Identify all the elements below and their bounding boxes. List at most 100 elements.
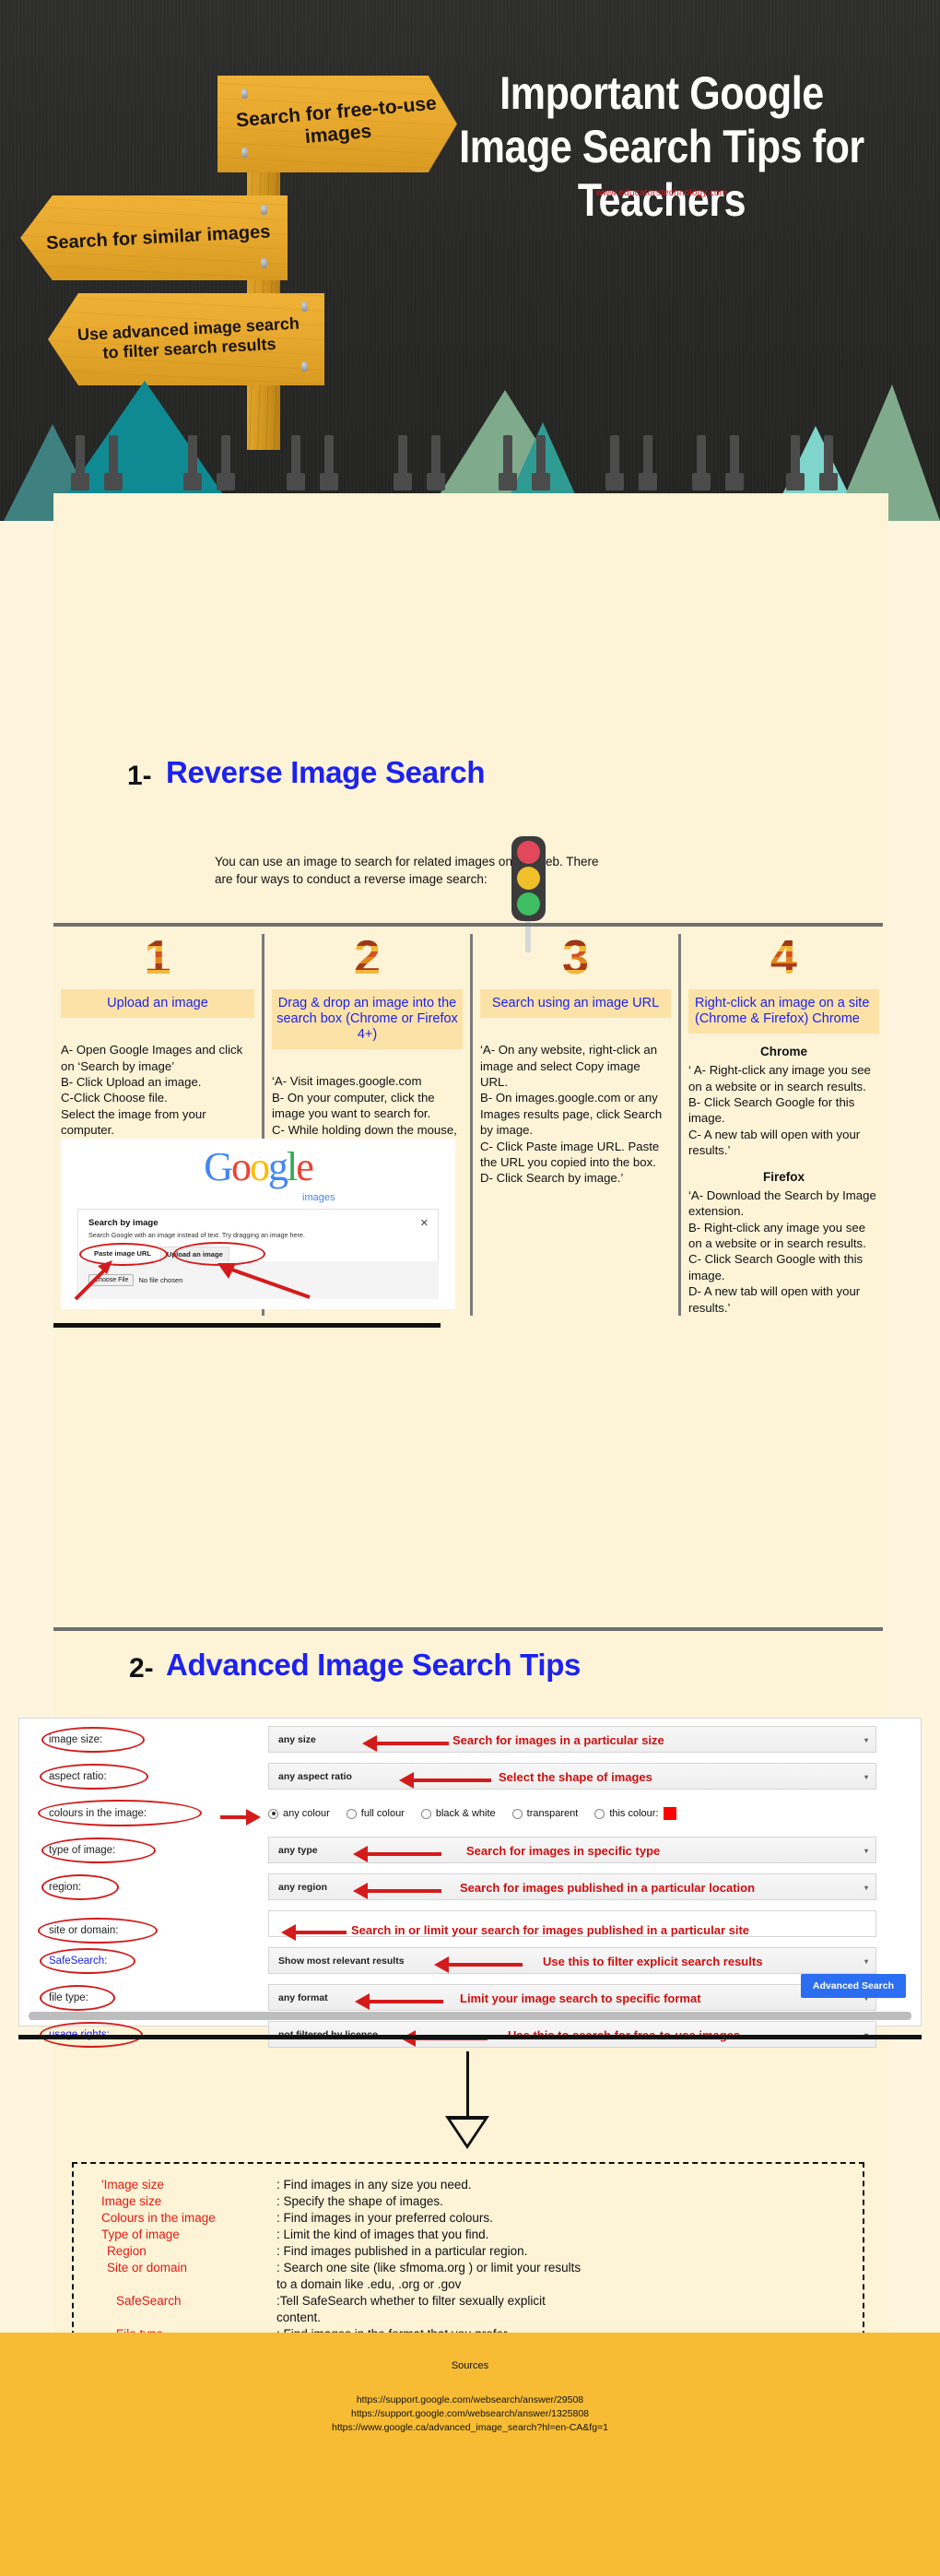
- radio-black-and-white[interactable]: black & white: [420, 1808, 496, 1819]
- radio-dot: [594, 1808, 605, 1819]
- advanced-search-button[interactable]: Advanced Search: [800, 1974, 906, 1998]
- google-images-label: images: [302, 1192, 335, 1203]
- definition-desc: : Find images in any size you need.: [276, 2178, 472, 2192]
- step-body: ‘A- On any website, right-click an image…: [480, 1043, 663, 1186]
- select-value: any format: [278, 1992, 328, 2003]
- definition-desc: : Find images published in a particular …: [276, 2244, 528, 2258]
- highlight-ellipse: [40, 1764, 148, 1790]
- definition-desc: :Tell SafeSearch whether to filter sexua…: [276, 2294, 546, 2324]
- annotation: Search for images in specific type: [466, 1844, 661, 1858]
- form-row-region: region: any region ▾ Search for images p…: [19, 1873, 922, 1908]
- definition-desc: : Specify the shape of images.: [276, 2194, 443, 2208]
- definition-term: Colours in the image: [101, 2211, 216, 2225]
- form-row-image-size: image size: any size ▾ Search for images…: [19, 1726, 922, 1761]
- colour-swatch[interactable]: [663, 1807, 676, 1820]
- section-2-title: Advanced Image Search Tips: [166, 1648, 582, 1682]
- radio-dot: [268, 1808, 278, 1819]
- page-title: Important Google Image Search Tips for T…: [459, 67, 864, 226]
- colour-radio-group: any colour full colour black & white tra…: [268, 1807, 676, 1820]
- highlight-ellipse: [40, 1948, 135, 1974]
- advanced-search-form: image size: any size ▾ Search for images…: [18, 1718, 922, 2048]
- annotation: Search for images in a particular size: [452, 1733, 664, 1747]
- select-value: any type: [278, 1845, 318, 1856]
- browser-heading-chrome: Chrome: [759, 1045, 807, 1059]
- footer: Sources https://support.google.com/webse…: [0, 2333, 940, 2576]
- highlight-ellipse: [41, 1874, 119, 1900]
- form-row-type-of-image: type of image: any type ▾ Search for ima…: [19, 1837, 922, 1872]
- sign-advanced-search: Use advanced image search to filter sear…: [48, 293, 324, 385]
- definition-term: SafeSearch: [116, 2294, 182, 2308]
- definition-term: Image size: [101, 2194, 162, 2208]
- step-title: Search using an image URL: [480, 989, 671, 1019]
- chevron-down-icon: ▾: [864, 1773, 868, 1781]
- annotation: Limit your image search to specific form…: [460, 1991, 701, 2005]
- close-icon[interactable]: ✕: [420, 1217, 429, 1229]
- definition-row: Site or domain : Search one site (like s…: [107, 2260, 581, 2292]
- highlight-ellipse: [40, 1985, 115, 2011]
- annotation: Search in or limit your search for image…: [351, 1923, 750, 1937]
- section-1-number: 1-: [127, 761, 152, 791]
- radio-label: this colour:: [609, 1808, 659, 1819]
- form-row-site-or-domain: site or domain: Search in or limit your …: [19, 1910, 922, 1945]
- browser-heading-firefox: Firefox: [762, 1169, 805, 1184]
- divider-section-2: [53, 1627, 883, 1631]
- select-value: any region: [278, 1882, 328, 1893]
- divider-top: [53, 923, 883, 927]
- annotation: Use this to filter explicit search resul…: [543, 1955, 763, 1968]
- step-number: 4: [688, 934, 879, 987]
- step-title: Right-click an image on a site (Chrome &…: [688, 989, 879, 1034]
- annotation: Search for images published in a particu…: [460, 1881, 756, 1895]
- divider-under-screenshot: [53, 1323, 441, 1328]
- definition-row: 'Image size : Find images in any size yo…: [101, 2177, 472, 2193]
- radio-label: full colour: [360, 1808, 405, 1819]
- highlight-ellipse: [38, 1800, 202, 1826]
- highlight-ellipse: [41, 1727, 145, 1753]
- sign-similar-images: Search for similar images: [20, 195, 288, 280]
- step-number: 2: [272, 934, 463, 987]
- radio-this-colour[interactable]: this colour:: [594, 1807, 676, 1820]
- section-2-number: 2-: [129, 1653, 154, 1684]
- definition-row: Image size : Specify the shape of images…: [101, 2193, 443, 2210]
- definition-term: Type of image: [101, 2227, 180, 2241]
- definition-row: Region : Find images published in a part…: [107, 2243, 527, 2260]
- select-value: any size: [278, 1734, 316, 1745]
- dialog-title: Search by image: [88, 1218, 159, 1228]
- pointer-arrow-upload-image: [217, 1263, 311, 1299]
- form-row-safesearch: SafeSearch: Show most relevant results ▾…: [19, 1947, 922, 1982]
- definition-row: SafeSearch :Tell SafeSearch whether to f…: [116, 2293, 546, 2325]
- definition-row: Type of image : Limit the kind of images…: [101, 2227, 488, 2243]
- radio-full-colour[interactable]: full colour: [346, 1808, 405, 1819]
- definition-row: Colours in the image : Find images in yo…: [101, 2210, 493, 2227]
- infographic-page: Search for free-to-use images Search for…: [0, 0, 940, 2576]
- definition-desc: : Limit the kind of images that you find…: [276, 2227, 489, 2241]
- select-value: any aspect ratio: [278, 1771, 352, 1782]
- radio-dot: [420, 1808, 431, 1819]
- step-number: 3: [480, 934, 671, 987]
- radio-dot: [346, 1808, 357, 1819]
- step-body: A- Open Google Images and click on ‘Sear…: [61, 1043, 243, 1138]
- radio-label: black & white: [435, 1808, 496, 1819]
- chevron-down-icon: ▾: [864, 1847, 868, 1855]
- definition-term: 'Image size: [101, 2178, 164, 2192]
- highlight-ellipse: [38, 1918, 158, 1944]
- section-1-title: Reverse Image Search: [166, 755, 486, 789]
- method-column-4: 4 Right-click an image on a site (Chrome…: [678, 934, 887, 1317]
- radio-label: transparent: [526, 1808, 579, 1819]
- chevron-down-icon: ▾: [864, 1736, 868, 1744]
- website-credit: www.educatorstechnology.com: [595, 188, 728, 198]
- definition-term: Site or domain: [107, 2261, 188, 2275]
- highlight-ellipse: [41, 1837, 156, 1863]
- radio-transparent[interactable]: transparent: [511, 1808, 579, 1819]
- definition-desc: : Search one site (like sfmoma.org ) or …: [276, 2261, 582, 2291]
- traffic-light-icon: [511, 836, 546, 952]
- radio-any-colour[interactable]: any colour: [268, 1808, 330, 1819]
- google-search-by-image-screenshot: Google images Search by image Search Goo…: [61, 1139, 455, 1309]
- binder-clips: [53, 435, 888, 500]
- google-logo: Google: [204, 1144, 313, 1189]
- sign-free-to-use: Search for free-to-use images: [217, 76, 457, 172]
- dialog-description: Search Google with an image instead of t…: [88, 1231, 305, 1239]
- chevron-down-icon: ▾: [864, 1957, 868, 1966]
- horizontal-scrollbar[interactable]: [29, 2012, 911, 2020]
- select-value: Show most relevant results: [278, 1956, 405, 1967]
- definition-desc: : Find images in your preferred colours.: [276, 2211, 493, 2225]
